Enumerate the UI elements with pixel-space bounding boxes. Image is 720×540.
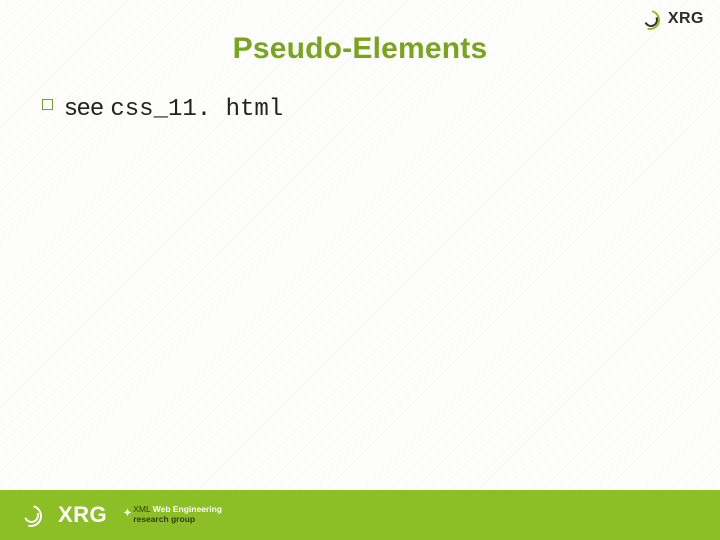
bullet-code: css_11. html (110, 96, 283, 123)
brand-subtitle: ✦ XML Web Engineering research group (125, 505, 222, 525)
brand-logo-top-right: XRG (640, 10, 704, 28)
square-bullet-icon (42, 99, 53, 110)
bullet-prefix: see (65, 94, 110, 121)
slide-content: see css_11. html (40, 92, 680, 126)
list-item: see css_11. html (42, 92, 680, 126)
swirl-icon (20, 505, 44, 525)
plus-icon: ✦ (123, 508, 131, 520)
subtitle-line2: research group (133, 515, 222, 525)
slide-title: Pseudo-Elements (40, 32, 680, 66)
slide-body: Pseudo-Elements see css_11. html (0, 0, 720, 540)
brand-text-top: XRG (668, 10, 704, 28)
brand-text-footer: XRG (58, 502, 107, 528)
bullet-text: see css_11. html (65, 92, 283, 126)
swirl-icon (640, 10, 662, 28)
footer-bar: XRG ✦ XML Web Engineering research group (0, 490, 720, 540)
